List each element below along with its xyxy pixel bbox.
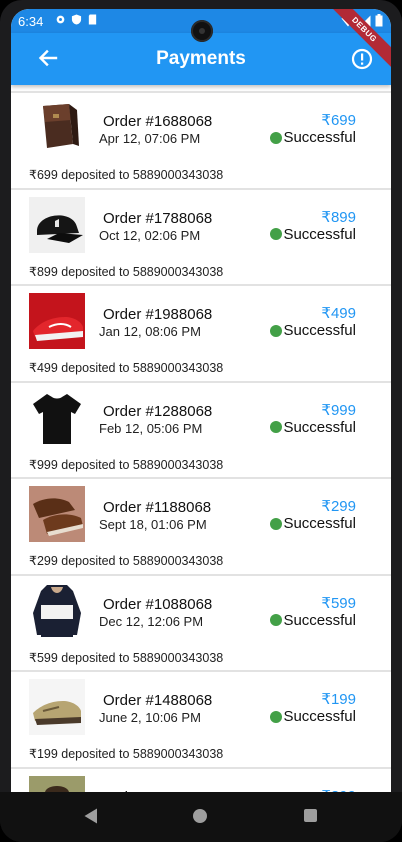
payment-card[interactable]: Order #1188068 Sept 18, 01:06 PM ₹299 Su…	[11, 479, 391, 576]
payment-card[interactable]: Order #1388068 ₹399	[11, 768, 391, 792]
order-id: Order #1188068	[103, 499, 212, 516]
payment-status: Successful	[270, 515, 356, 532]
payment-amount: ₹899	[321, 208, 356, 226]
status-dot-icon	[270, 710, 283, 723]
page-title: Payments	[156, 48, 246, 69]
order-id: Order #1688068	[103, 113, 213, 130]
payment-card[interactable]: Order #1288068 Feb 12, 05:06 PM ₹999 Suc…	[11, 382, 391, 479]
order-date: Feb 12, 05:06 PM	[99, 420, 203, 436]
deposit-info: ₹699 deposited to 5889000343038	[29, 168, 224, 182]
nav-back-icon[interactable]	[84, 808, 98, 829]
product-thumbnail	[29, 775, 85, 792]
status-label: Successful	[283, 611, 356, 629]
deposit-info: ₹499 deposited to 5889000343038	[29, 361, 224, 375]
deposit-info: ₹199 deposited to 5889000343038	[29, 747, 224, 761]
status-dot-icon	[270, 421, 283, 433]
deposit-info: ₹299 deposited to 5889000343038	[29, 554, 224, 568]
payment-amount: ₹699	[321, 112, 356, 129]
nav-home-icon[interactable]	[193, 809, 207, 823]
product-thumbnail	[29, 582, 85, 639]
order-date: June 2, 10:06 PM	[99, 710, 201, 725]
status-dot-icon	[270, 228, 283, 240]
system-navigation-bar	[0, 792, 402, 842]
status-label: Successful	[283, 322, 356, 339]
status-label: Successful	[283, 708, 356, 725]
status-label: Successful	[283, 418, 356, 436]
deposit-info: ₹599 deposited to 5889000343038	[29, 650, 224, 665]
order-id: Order #1488068	[103, 692, 213, 709]
settings-icon	[55, 13, 66, 24]
payment-card[interactable]: Order #1488068 June 2, 10:06 PM ₹199 Suc…	[11, 672, 391, 769]
payments-list[interactable]: Order #1688068 Apr 12, 07:06 PM ₹699 Suc…	[11, 91, 391, 792]
status-time: 6:34	[18, 14, 44, 29]
payment-amount: ₹599	[321, 594, 356, 612]
shield-icon	[71, 13, 82, 25]
status-label: Successful	[283, 129, 356, 146]
order-date: Oct 12, 02:06 PM	[99, 227, 201, 243]
status-dot-icon	[270, 517, 283, 530]
status-dot-icon	[270, 324, 283, 337]
payment-status: Successful	[270, 129, 356, 146]
payment-card[interactable]: Order #1088068 Dec 12, 12:06 PM ₹599 Suc…	[11, 575, 391, 672]
status-dot-icon	[270, 131, 283, 144]
order-date: Dec 12, 12:06 PM	[99, 613, 204, 629]
front-camera	[191, 20, 213, 42]
status-notification-icons	[55, 13, 98, 25]
status-label: Successful	[283, 225, 356, 243]
info-icon[interactable]	[351, 48, 373, 70]
product-thumbnail	[29, 196, 85, 253]
status-label: Successful	[283, 515, 356, 532]
payment-status: Successful	[270, 322, 356, 339]
payment-card[interactable]: Order #1988068 Jan 12, 08:06 PM ₹499 Suc…	[11, 286, 391, 383]
product-thumbnail	[29, 389, 85, 446]
product-thumbnail	[29, 293, 85, 349]
status-dot-icon	[270, 614, 283, 626]
payment-status: Successful	[270, 708, 356, 725]
payment-amount: ₹499	[321, 305, 356, 322]
order-date: Jan 12, 08:06 PM	[99, 324, 201, 339]
payment-status: Successful	[270, 226, 356, 243]
order-date: Apr 12, 07:06 PM	[99, 131, 201, 146]
payment-status: Successful	[270, 612, 356, 629]
deposit-info: ₹999 deposited to 5889000343038	[29, 457, 224, 472]
payment-card[interactable]: Order #1788068 Oct 12, 02:06 PM ₹899 Suc…	[11, 189, 391, 286]
order-id: Order #1788068	[103, 209, 213, 227]
deposit-info: ₹899 deposited to 5889000343038	[29, 264, 224, 279]
payment-status: Successful	[270, 419, 356, 436]
product-thumbnail	[29, 100, 85, 156]
product-thumbnail	[29, 679, 85, 735]
sd-card-icon	[87, 13, 98, 25]
phone-frame: 6:34 DEBUG Payments Order #1688068 Apr 1…	[0, 0, 402, 842]
payment-amount: ₹299	[321, 498, 356, 515]
payment-amount: ₹999	[321, 401, 356, 419]
order-id: Order #1988068	[103, 306, 213, 323]
order-date: Sept 18, 01:06 PM	[99, 517, 207, 532]
nav-recents-icon[interactable]	[304, 809, 317, 822]
payment-card[interactable]: Order #1688068 Apr 12, 07:06 PM ₹699 Suc…	[11, 91, 391, 190]
app-screen: 6:34 DEBUG Payments Order #1688068 Apr 1…	[11, 9, 391, 792]
payment-amount: ₹199	[321, 691, 356, 708]
order-id: Order #1088068	[103, 595, 213, 613]
product-thumbnail	[29, 486, 85, 542]
order-id: Order #1288068	[103, 402, 213, 420]
battery-icon	[375, 14, 383, 30]
